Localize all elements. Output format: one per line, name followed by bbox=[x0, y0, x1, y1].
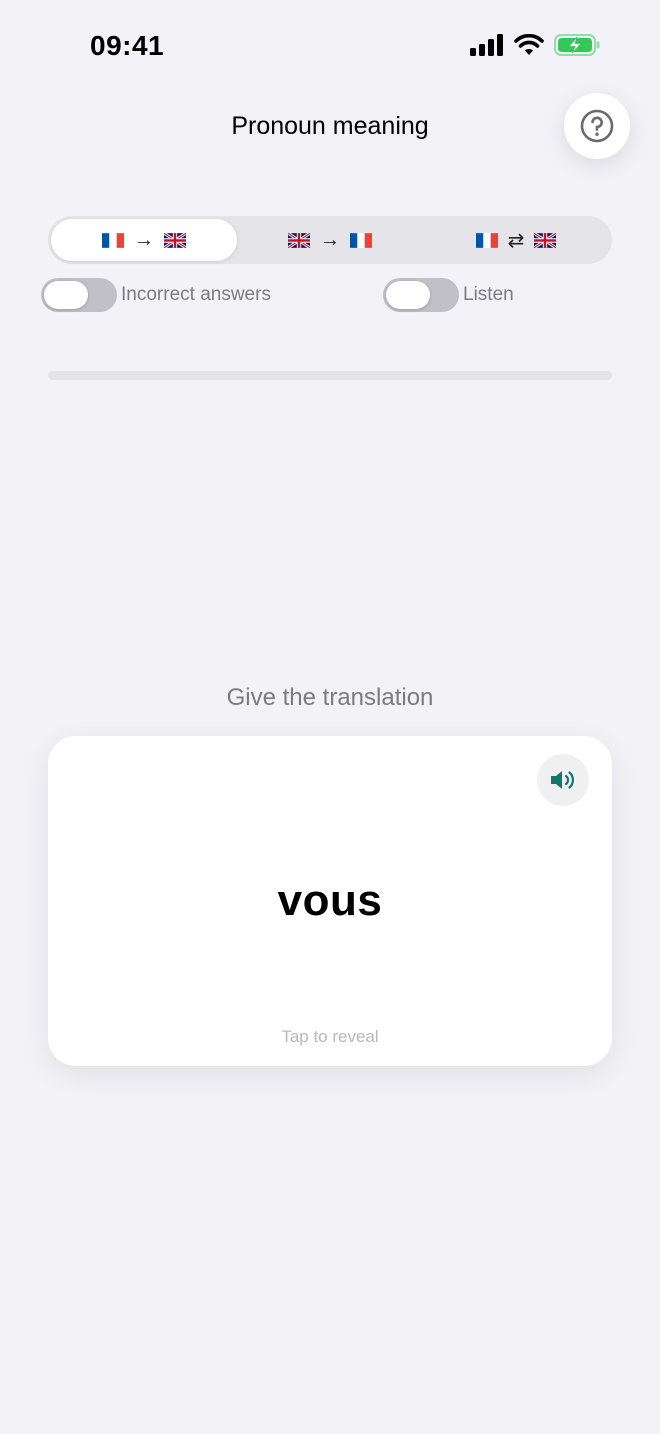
help-button[interactable] bbox=[564, 93, 630, 159]
speaker-icon bbox=[551, 771, 574, 789]
prompt-text: Give the translation bbox=[226, 684, 434, 711]
flashcard[interactable]: vous Tap to reveal bbox=[48, 736, 612, 1066]
toggle-knob bbox=[386, 281, 430, 309]
flag-fr-icon bbox=[350, 232, 372, 248]
direction-arrow: → bbox=[134, 228, 154, 251]
incorrect-answers-row: Incorrect answers bbox=[41, 278, 271, 312]
flag-gb-icon bbox=[164, 232, 186, 248]
flag-gb-icon bbox=[288, 232, 310, 248]
status-time: 09:41 bbox=[90, 30, 165, 61]
card-word: vous bbox=[277, 876, 383, 925]
tap-to-reveal-hint: Tap to reveal bbox=[281, 1027, 379, 1046]
status-icons bbox=[470, 34, 600, 56]
flag-fr-icon bbox=[102, 232, 124, 248]
battery-icon bbox=[554, 34, 600, 56]
direction-segmented-control: → → ⇄ bbox=[48, 216, 612, 264]
incorrect-answers-label: Incorrect answers bbox=[121, 284, 271, 305]
segment-en-to-fr[interactable]: → bbox=[237, 219, 423, 261]
screen: 09:41 Pronoun meaning → → ⇄ Incorrect an… bbox=[0, 0, 660, 1434]
listen-row: Listen bbox=[383, 278, 514, 312]
flag-fr-icon bbox=[475, 232, 498, 248]
wifi-icon bbox=[514, 34, 544, 55]
cellular-icon bbox=[470, 34, 503, 56]
help-icon bbox=[580, 109, 614, 143]
listen-toggle[interactable] bbox=[383, 278, 459, 312]
segment-fr-to-en[interactable]: → bbox=[51, 219, 237, 261]
speaker-button[interactable] bbox=[537, 754, 589, 806]
direction-arrow: → bbox=[320, 228, 340, 251]
listen-label: Listen bbox=[463, 284, 514, 305]
page-title: Pronoun meaning bbox=[231, 112, 429, 140]
progress-bar bbox=[48, 371, 612, 380]
incorrect-answers-toggle[interactable] bbox=[41, 278, 117, 312]
direction-arrow: ⇄ bbox=[507, 229, 525, 252]
toggle-knob bbox=[44, 281, 88, 309]
flag-gb-icon bbox=[534, 232, 557, 248]
segment-both-directions[interactable]: ⇄ bbox=[423, 219, 609, 261]
